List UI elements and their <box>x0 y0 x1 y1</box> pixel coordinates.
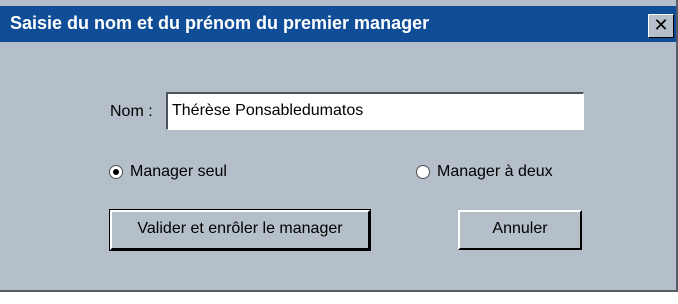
manager-entry-dialog: Saisie du nom et du prénom du premier ma… <box>0 0 678 292</box>
close-button[interactable]: ✕ <box>648 14 674 38</box>
cancel-button[interactable]: Annuler <box>458 210 582 250</box>
name-input[interactable] <box>172 98 576 124</box>
validate-enroll-button[interactable]: Valider et enrôler le manager <box>109 209 371 251</box>
name-label: Nom : <box>110 103 153 120</box>
radio-manager-a-deux[interactable] <box>416 165 430 179</box>
radio-label-manager-a-deux[interactable]: Manager à deux <box>437 162 553 182</box>
radio-manager-seul[interactable] <box>109 165 123 179</box>
window-title: Saisie du nom et du prénom du premier ma… <box>10 13 430 33</box>
title-bar[interactable]: Saisie du nom et du prénom du premier ma… <box>0 6 676 42</box>
name-field[interactable] <box>166 92 584 130</box>
radio-selected-icon <box>113 169 119 175</box>
close-icon: ✕ <box>653 15 669 36</box>
radio-label-manager-seul[interactable]: Manager seul <box>130 162 227 182</box>
